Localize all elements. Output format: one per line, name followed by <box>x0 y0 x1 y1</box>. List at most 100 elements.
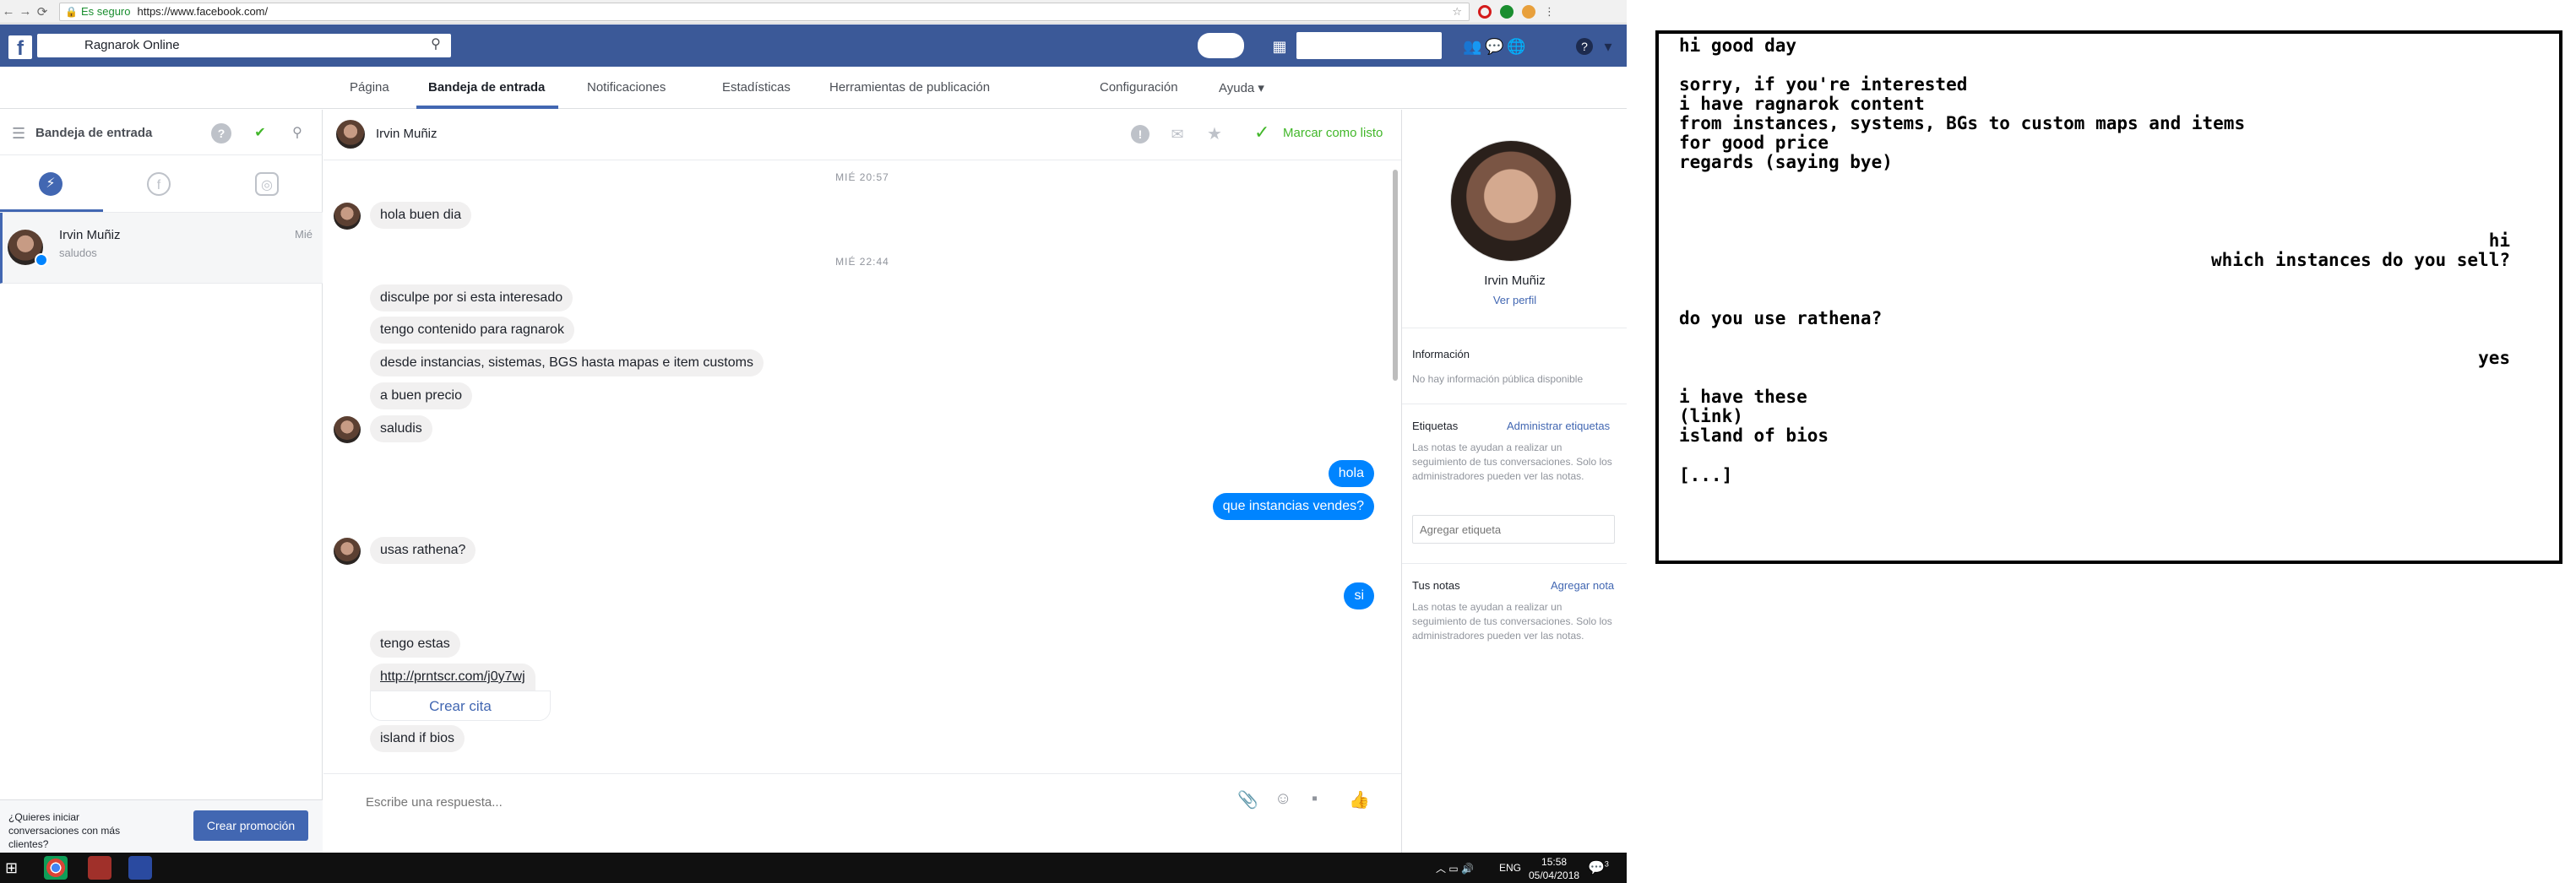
message-thread: MIÉ 20:57 hola buen dia MIÉ 22:44 discul… <box>323 161 1401 773</box>
help-icon[interactable]: ? <box>1576 38 1593 55</box>
message-bubble: island if bios <box>370 725 465 752</box>
create-appointment-link[interactable]: Crear cita <box>370 691 551 721</box>
translation-line: regards (saying bye) <box>1679 152 1893 172</box>
message-bubble: desde instancias, sistemas, BGS hasta ma… <box>370 349 764 376</box>
extension-icon[interactable] <box>1500 4 1514 19</box>
conversation-name: Irvin Muñiz <box>59 228 121 242</box>
promotion-footer: ¿Quieres iniciar conversaciones con más … <box>0 799 323 859</box>
inbox-title: Bandeja de entrada <box>35 126 153 140</box>
root: ← → ⟳ 🔒 Es seguro https://www.facebook.c… <box>0 0 2576 883</box>
composer: 📎 ☺ ▪ 👍 <box>323 773 1401 858</box>
windows-start-icon[interactable]: ⊞ <box>5 859 18 877</box>
address-bar[interactable]: 🔒 Es seguro https://www.facebook.com/ ☆ <box>59 2 1470 21</box>
clock-date: 05/04/2018 <box>1529 869 1580 881</box>
extension-icon[interactable] <box>1522 4 1535 19</box>
attach-icon[interactable]: 📎 <box>1237 789 1258 810</box>
notification-center-icon[interactable]: 💬3 <box>1588 859 1609 876</box>
like-icon[interactable]: 👍 <box>1349 789 1370 810</box>
menu-dots-icon[interactable]: ⋮ <box>1544 5 1555 19</box>
tab-inbox[interactable]: Bandeja de entrada <box>428 80 545 95</box>
scrollbar[interactable] <box>1393 170 1398 381</box>
labels-help-text: Las notas te ayudan a realizar un seguim… <box>1412 442 1612 482</box>
emoji-icon[interactable]: ☺ <box>1274 789 1291 809</box>
tab-statistics[interactable]: Estadísticas <box>722 80 791 95</box>
app-icon[interactable] <box>128 856 152 880</box>
facebook-icon[interactable]: f <box>147 172 171 196</box>
back-arrow-icon[interactable]: ← <box>0 4 17 19</box>
conversation-time: Mié <box>295 228 312 241</box>
search-icon[interactable]: ⚲ <box>421 35 451 56</box>
translation-line: sorry, if you're interested <box>1679 74 1968 95</box>
windows-taskbar: ⊞ ︿ ▭ 🔊 ENG 15:58 05/04/2018 💬3 <box>0 853 1627 883</box>
star-icon[interactable]: ★ <box>1205 125 1224 144</box>
message-bubble: usas rathena? <box>370 537 476 564</box>
tab-help[interactable]: Ayuda ▾ <box>1219 80 1264 95</box>
message-bubble: saludis <box>370 415 432 442</box>
message-bubble: si <box>1344 582 1374 609</box>
friends-icon[interactable]: 👥 <box>1463 38 1481 55</box>
chrome-app-icon[interactable] <box>44 856 68 880</box>
facebook-logo-icon[interactable]: f <box>8 35 32 60</box>
tab-notifications[interactable]: Notificaciones <box>587 80 666 95</box>
opera-icon[interactable] <box>1478 4 1492 19</box>
translation-line: i have these <box>1679 387 1807 407</box>
avatar <box>334 203 361 230</box>
done-filter-icon[interactable]: ✔ <box>250 123 270 144</box>
inbox-sidebar: ☰ Bandeja de entrada ? ✔ ⚲ ⚡ f ◎ Irvin M… <box>0 110 323 859</box>
translation-line: island of bios <box>1679 425 1829 446</box>
messenger-badge-icon <box>35 253 48 267</box>
translation-line: hi <box>2488 230 2510 251</box>
conversation-header: Irvin Muñiz ! ✉ ★ ✓ Marcar como listo <box>323 110 1401 160</box>
translation-line: [...] <box>1679 465 1733 485</box>
translation-panel: hi good day sorry, if you're interested … <box>1655 30 2562 564</box>
caret-down-icon[interactable]: ▾ <box>1600 38 1617 55</box>
mail-icon[interactable]: ✉ <box>1168 125 1187 144</box>
help-icon[interactable]: ? <box>211 123 231 144</box>
active-channel-indicator <box>0 209 103 212</box>
browser-toolbar: ← → ⟳ 🔒 Es seguro https://www.facebook.c… <box>0 0 1627 24</box>
reload-icon[interactable]: ⟳ <box>34 4 51 19</box>
add-note-link[interactable]: Agregar nota <box>1551 579 1614 592</box>
globe-icon[interactable]: 🌐 <box>1507 38 1525 55</box>
report-icon[interactable]: ! <box>1131 125 1149 144</box>
tab-settings[interactable]: Configuración <box>1100 80 1178 95</box>
translation-line: from instances, systems, BGs to custom m… <box>1679 113 2246 133</box>
mark-as-done-button[interactable]: Marcar como listo <box>1283 126 1383 140</box>
star-icon[interactable]: ☆ <box>1452 5 1462 19</box>
search-input[interactable]: Ragnarok Online <box>37 34 451 57</box>
translation-line: which instances do you sell? <box>2210 250 2510 270</box>
message-bubble: tengo estas <box>370 631 460 658</box>
translation-line: yes <box>2478 348 2510 368</box>
instagram-icon[interactable]: ◎ <box>255 172 279 196</box>
message-bubble: hola <box>1328 460 1374 487</box>
menu-icon[interactable]: ☰ <box>12 125 25 143</box>
tab-publishing-tools[interactable]: Herramientas de publicación <box>829 80 990 95</box>
message-bubble: a buen precio <box>370 382 472 409</box>
app-icon[interactable] <box>88 856 111 880</box>
info-text: No hay información pública disponible <box>1412 373 1584 385</box>
clock[interactable]: 15:58 05/04/2018 <box>1529 855 1579 882</box>
reply-input[interactable] <box>366 789 1210 815</box>
translation-line: for good price <box>1679 133 1829 153</box>
message-bubble: que instancias vendes? <box>1212 493 1374 520</box>
info-title: Información <box>1412 348 1470 360</box>
manage-labels-link[interactable]: Administrar etiquetas <box>1507 420 1610 432</box>
forward-arrow-icon[interactable]: → <box>17 4 34 19</box>
add-tag-input[interactable] <box>1412 515 1615 544</box>
sticker-icon[interactable]: ▪ <box>1312 789 1318 809</box>
conversation-pane: Irvin Muñiz ! ✉ ★ ✓ Marcar como listo MI… <box>323 110 1401 858</box>
tab-page[interactable]: Página <box>350 80 389 95</box>
messenger-icon[interactable]: ⚡ <box>39 172 62 196</box>
create-promotion-button[interactable]: Crear promoción <box>193 810 308 841</box>
lock-icon: 🔒 <box>65 5 78 18</box>
search-icon[interactable]: ⚲ <box>287 123 307 144</box>
system-tray-icons[interactable]: ︿ ▭ 🔊 <box>1436 861 1474 875</box>
page-tabs: Página Bandeja de entrada Notificaciones… <box>0 67 1627 109</box>
language-indicator[interactable]: ENG <box>1499 862 1521 874</box>
link-message[interactable]: http://prntscr.com/j0y7wj <box>370 664 535 691</box>
home-icon[interactable]: ▦ <box>1271 38 1288 55</box>
conversation-list-item[interactable]: Irvin Muñiz saludos Mié <box>0 213 323 284</box>
avatar <box>334 416 361 443</box>
view-profile-link[interactable]: Ver perfil <box>1402 294 1627 306</box>
messenger-icon[interactable]: 💬 <box>1485 38 1503 55</box>
